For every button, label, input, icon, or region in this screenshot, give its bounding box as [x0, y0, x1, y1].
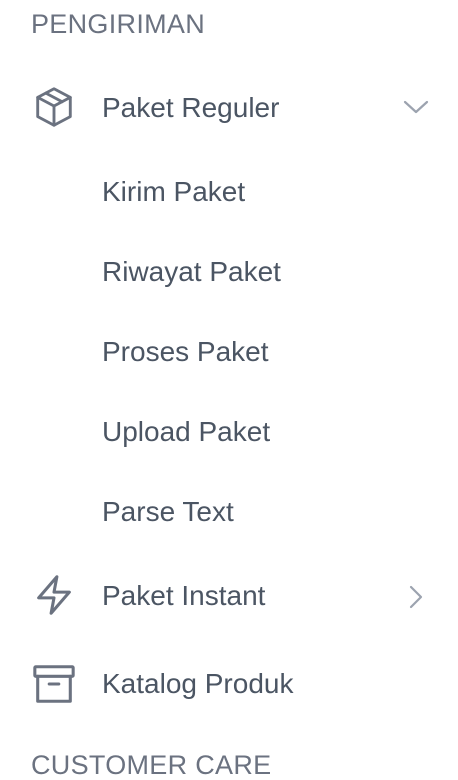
- lightning-bolt-icon: [31, 572, 77, 618]
- submenu-item-parse-text[interactable]: Parse Text: [0, 480, 458, 540]
- menu-item-paket-instant[interactable]: Paket Instant: [0, 568, 458, 624]
- submenu-label: Parse Text: [102, 496, 234, 527]
- submenu-label: Riwayat Paket: [102, 256, 281, 287]
- submenu-label: Upload Paket: [102, 416, 271, 447]
- menu-item-katalog-produk[interactable]: Katalog Produk: [0, 656, 458, 712]
- menu-label-paket-reguler: Paket Reguler: [102, 92, 280, 123]
- menu-item-paket-reguler[interactable]: Paket Reguler: [0, 80, 458, 136]
- menu-label-paket-instant: Paket Instant: [102, 580, 266, 611]
- submenu-label: Kirim Paket: [102, 176, 246, 207]
- menu-label-katalog-produk: Katalog Produk: [102, 668, 294, 699]
- submenu-item-proses-paket[interactable]: Proses Paket: [0, 320, 458, 380]
- chevron-down-icon[interactable]: [402, 96, 430, 118]
- section-heading-customer-care: CUSTOMER CARE: [31, 750, 272, 780]
- section-heading-pengiriman: PENGIRIMAN: [31, 9, 206, 39]
- submenu-item-riwayat-paket[interactable]: Riwayat Paket: [0, 240, 458, 300]
- package-box-icon: [31, 84, 77, 130]
- submenu-label: Proses Paket: [102, 336, 269, 367]
- submenu-item-kirim-paket[interactable]: Kirim Paket: [0, 160, 458, 220]
- archive-box-icon: [31, 661, 77, 707]
- chevron-right-icon[interactable]: [406, 584, 426, 610]
- submenu-item-upload-paket[interactable]: Upload Paket: [0, 400, 458, 460]
